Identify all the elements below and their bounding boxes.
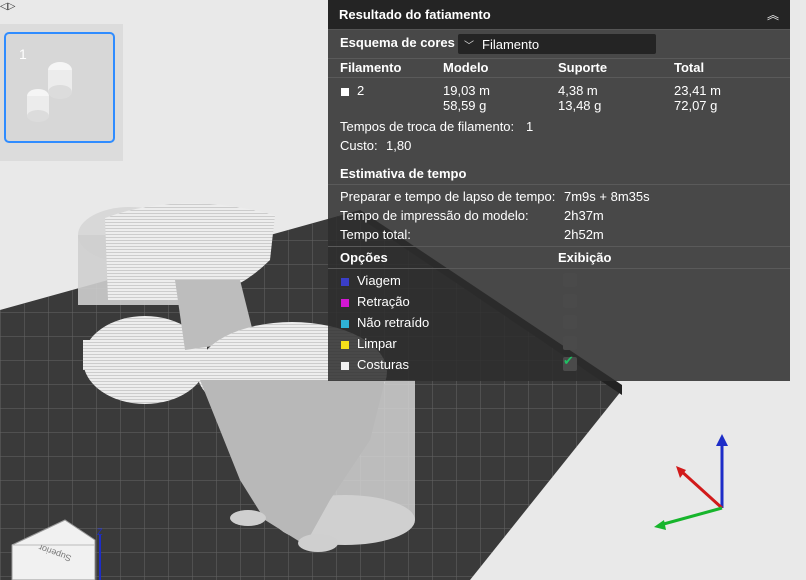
option-travel: Viagem	[341, 273, 401, 288]
header-filament: Filamento	[340, 60, 402, 75]
chevron-down-icon: ﹀	[464, 40, 474, 52]
time-estimate-heading: Estimativa de tempo	[340, 166, 467, 181]
legend-swatch	[341, 319, 349, 328]
filament-changes-label: Tempos de troca de filamento:	[340, 119, 515, 134]
support-length: 4,38 m	[558, 83, 598, 98]
legend-swatch	[341, 298, 349, 307]
legend-swatch	[341, 340, 349, 349]
plate-list-panel: 1	[0, 24, 123, 161]
filament-id: 2	[357, 83, 365, 98]
time-value-print: 2h37m	[564, 208, 604, 223]
total-length: 23,41 m	[674, 83, 721, 98]
time-value-total: 2h52m	[564, 227, 604, 242]
option-retraction: Retração	[341, 294, 410, 309]
divider	[328, 77, 790, 78]
option-wipe-checkbox[interactable]	[563, 336, 577, 350]
filament-changes-value: 1	[526, 119, 534, 134]
filament-color-swatch	[341, 87, 349, 96]
option-seams: Costuras	[341, 357, 409, 372]
collapse-chevron-icon[interactable]: ︽	[767, 6, 779, 23]
header-model: Modelo	[443, 60, 489, 75]
divider	[328, 58, 790, 59]
option-label: Limpar	[357, 336, 397, 351]
cost-value: 1,80	[386, 138, 412, 153]
display-header: Exibição	[558, 250, 612, 265]
option-label: Não retraído	[357, 315, 430, 330]
option-label: Costuras	[357, 357, 410, 372]
divider	[328, 268, 790, 269]
option-wipe: Limpar	[341, 336, 397, 351]
time-value-prepare: 7m9s + 8m35s	[564, 189, 650, 204]
time-label-total: Tempo total:	[340, 227, 411, 242]
axis-z-label: Z	[97, 527, 103, 537]
cost-label: Custo:	[340, 138, 378, 153]
option-retraction-checkbox[interactable]	[563, 294, 577, 308]
option-label: Viagem	[357, 273, 401, 288]
option-unretract: Não retraído	[341, 315, 429, 330]
legend-swatch	[341, 361, 349, 370]
total-weight: 72,07 g	[674, 98, 718, 113]
slice-result-header: Resultado do fatiamento ︽	[328, 0, 790, 30]
header-total: Total	[674, 60, 705, 75]
model-length: 19,03 m	[443, 83, 490, 98]
color-scheme-value: Filamento	[482, 36, 540, 52]
plate-thumbnail[interactable]: 1	[4, 32, 115, 143]
time-label-prepare: Preparar e tempo de lapso de tempo:	[340, 189, 556, 204]
option-seams-checkbox[interactable]: ✔	[563, 354, 577, 371]
color-scheme-label: Esquema de cores	[340, 35, 455, 50]
sidebar-collapse-toggle[interactable]: ◁▷	[0, 0, 15, 14]
panel-title: Resultado do fatiamento	[339, 7, 491, 22]
slice-result-panel: Resultado do fatiamento ︽ Esquema de cor…	[328, 0, 790, 381]
support-weight: 13,48 g	[558, 98, 602, 113]
time-label-print: Tempo de impressão do modelo:	[340, 208, 529, 223]
option-unretract-checkbox[interactable]	[563, 315, 577, 329]
color-scheme-dropdown[interactable]: ﹀ Filamento	[458, 34, 656, 54]
filament-row-id: 2	[341, 83, 364, 98]
divider	[328, 184, 790, 185]
options-header: Opções	[340, 250, 388, 265]
legend-swatch	[341, 277, 349, 286]
model-weight: 58,59 g	[443, 98, 487, 113]
option-label: Retração	[357, 294, 410, 309]
checkmark-icon: ✔	[563, 354, 574, 369]
option-travel-checkbox[interactable]	[563, 273, 577, 287]
header-support: Suporte	[558, 60, 608, 75]
plate-preview-image	[27, 62, 72, 122]
divider	[328, 246, 790, 247]
